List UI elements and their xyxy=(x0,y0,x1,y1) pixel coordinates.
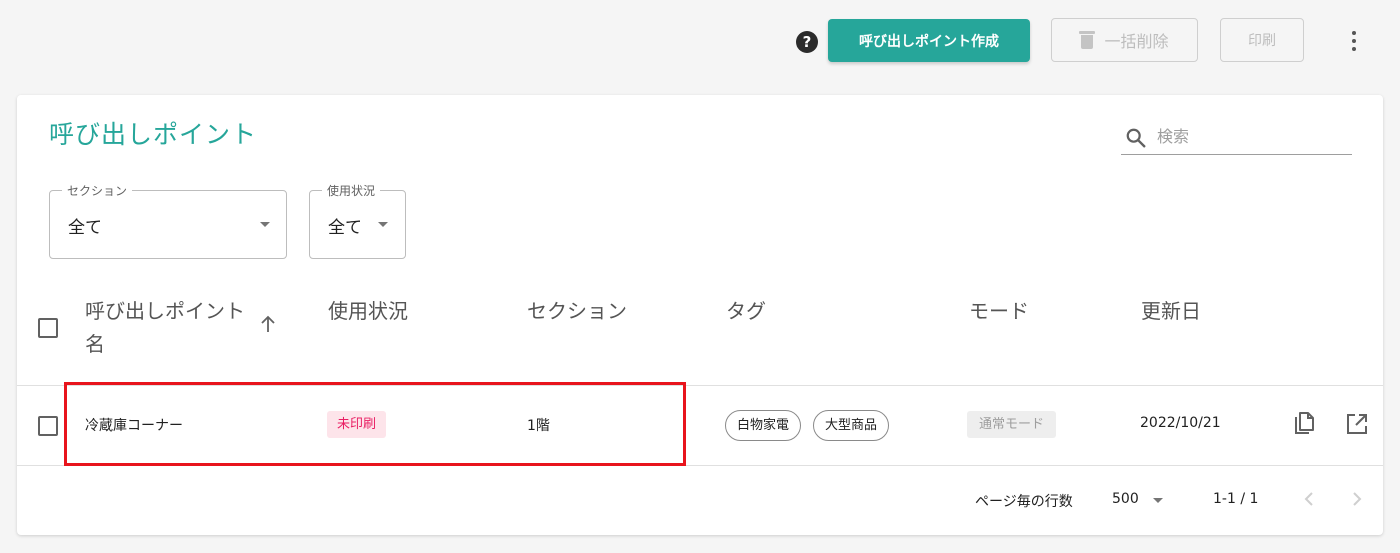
section-filter-select[interactable]: セクション 全て xyxy=(49,182,287,259)
section-filter-label: セクション xyxy=(62,182,133,199)
row-highlight-box xyxy=(64,382,686,466)
print-button[interactable]: 印刷 xyxy=(1220,18,1304,62)
section-filter-value: 全て xyxy=(68,218,102,238)
open-in-new-icon[interactable] xyxy=(1346,413,1368,435)
rows-per-page-select[interactable]: 500 xyxy=(1112,491,1139,507)
column-header-name[interactable]: 呼び出しポイント名 xyxy=(85,295,249,361)
chevron-left-icon[interactable] xyxy=(1303,489,1315,509)
status-filter-label: 使用状況 xyxy=(322,182,381,199)
tag-chip: 白物家電 xyxy=(725,410,802,441)
chevron-down-icon[interactable] xyxy=(1153,498,1163,503)
bulk-delete-button[interactable]: 一括削除 xyxy=(1051,18,1198,62)
column-header-mode[interactable]: モード xyxy=(969,295,1029,324)
page-range: 1-1 / 1 xyxy=(1213,491,1259,507)
page-title: 呼び出しポイント xyxy=(49,120,258,149)
column-header-tags[interactable]: タグ xyxy=(726,295,766,324)
chevron-right-icon[interactable] xyxy=(1351,489,1363,509)
chevron-down-icon xyxy=(260,222,270,227)
tag-chip: 大型商品 xyxy=(813,410,890,441)
create-call-point-button[interactable]: 呼び出しポイント作成 xyxy=(828,19,1030,62)
cell-updated: 2022/10/21 xyxy=(1140,415,1221,431)
more-vert-icon[interactable] xyxy=(1344,30,1364,52)
column-header-section[interactable]: セクション xyxy=(527,295,627,324)
help-icon[interactable]: ? xyxy=(796,31,818,53)
search-icon xyxy=(1126,128,1146,148)
status-filter-value: 全て xyxy=(328,218,362,238)
status-filter-select[interactable]: 使用状況 全て xyxy=(309,182,406,259)
copy-icon[interactable] xyxy=(1293,411,1317,437)
rows-per-page-label: ページ毎の行数 xyxy=(975,494,1073,510)
column-header-updated[interactable]: 更新日 xyxy=(1141,295,1201,324)
arrow-up-icon[interactable] xyxy=(260,314,276,334)
chevron-down-icon xyxy=(378,222,388,227)
bulk-delete-label: 一括削除 xyxy=(1104,32,1169,51)
trash-icon xyxy=(1079,31,1096,49)
search-box xyxy=(1121,117,1352,155)
row-checkbox[interactable] xyxy=(38,416,58,436)
select-all-checkbox[interactable] xyxy=(38,318,58,338)
search-input[interactable] xyxy=(1157,123,1343,149)
column-header-status[interactable]: 使用状況 xyxy=(328,295,408,324)
mode-badge: 通常モード xyxy=(967,411,1057,438)
call-points-card: 呼び出しポイント セクション 全て 使用状況 全て 呼び出しポイント名 使用状況… xyxy=(17,95,1383,535)
